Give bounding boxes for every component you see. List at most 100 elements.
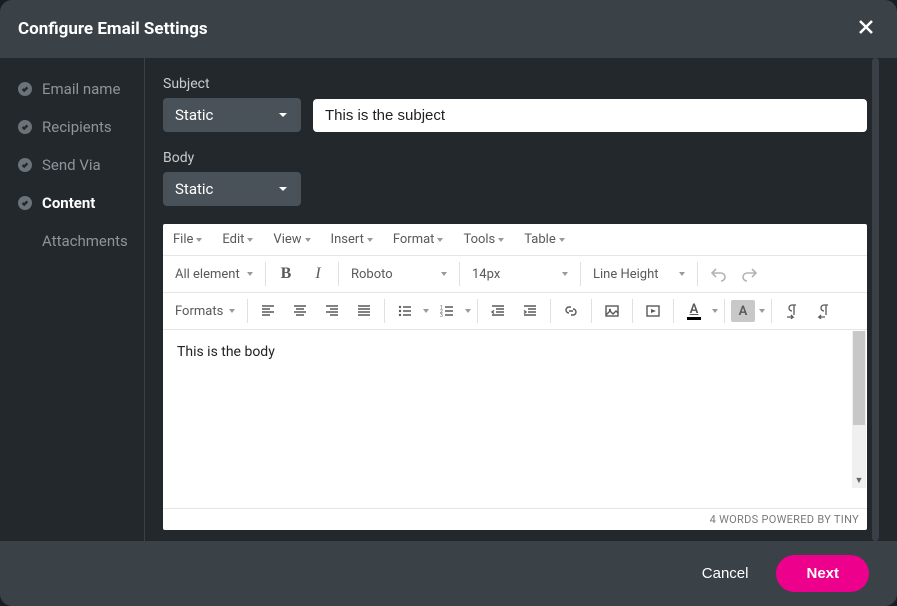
step-attachments[interactable]: Attachments [18, 232, 144, 250]
separator [265, 262, 266, 286]
caret-icon [559, 238, 565, 242]
step-content[interactable]: Content [18, 194, 144, 212]
editor-content-area[interactable]: This is the body ▼ [163, 330, 867, 508]
align-center-icon [292, 303, 308, 319]
link-icon [563, 303, 579, 319]
insert-image-button[interactable] [598, 297, 626, 325]
caret-icon [196, 238, 202, 242]
align-center-button[interactable] [286, 297, 314, 325]
subject-label: Subject [163, 76, 867, 92]
align-right-icon [324, 303, 340, 319]
align-justify-icon [356, 303, 372, 319]
background-color-button[interactable]: A [731, 300, 755, 322]
insert-link-button[interactable] [557, 297, 585, 325]
caret-icon [437, 238, 443, 242]
step-dot-icon [18, 234, 32, 248]
caret-icon [229, 309, 235, 313]
caret-icon [247, 272, 253, 276]
text-color-button[interactable]: A [680, 297, 708, 325]
formats-select[interactable]: Formats [169, 300, 241, 323]
step-recipients[interactable]: Recipients [18, 118, 144, 136]
step-email-name[interactable]: Email name [18, 80, 144, 98]
editor-toolbar-2: Formats 123 [163, 293, 867, 330]
menu-tools[interactable]: Tools [459, 228, 508, 251]
font-family-select[interactable]: Roboto [345, 263, 453, 286]
separator [459, 262, 460, 286]
cancel-button[interactable]: Cancel [702, 565, 749, 582]
insert-media-button[interactable] [639, 297, 667, 325]
indent-button[interactable] [516, 297, 544, 325]
bold-button[interactable]: B [272, 260, 300, 288]
separator [697, 262, 698, 286]
caret-icon[interactable] [759, 309, 765, 313]
indent-icon [522, 303, 538, 319]
close-button[interactable] [853, 14, 879, 44]
menu-format[interactable]: Format [389, 228, 448, 251]
rich-text-editor: File Edit View Insert Format Tools Table… [163, 224, 867, 530]
media-icon [645, 303, 661, 319]
italic-button[interactable]: I [304, 260, 332, 288]
subject-mode-select[interactable]: Static [163, 98, 301, 132]
editor-text: This is the body [177, 344, 275, 360]
configure-email-dialog: Configure Email Settings Email name Reci… [0, 0, 897, 606]
separator [384, 299, 385, 323]
line-height-select[interactable]: Line Height [587, 263, 691, 286]
caret-icon [367, 238, 373, 242]
close-icon [857, 18, 875, 36]
dialog-body: Email name Recipients Send Via Content A… [0, 58, 897, 541]
next-button[interactable]: Next [776, 555, 869, 592]
body-mode-select[interactable]: Static [163, 172, 301, 206]
caret-icon[interactable] [465, 309, 471, 313]
ltr-button[interactable] [778, 297, 806, 325]
block-format-select[interactable]: All element [169, 263, 259, 286]
outdent-button[interactable] [484, 297, 512, 325]
pilcrow-ltr-icon [784, 303, 800, 319]
menu-table[interactable]: Table [520, 228, 568, 251]
main-panel: Subject Static Body Static File [145, 58, 897, 541]
pilcrow-rtl-icon [816, 303, 832, 319]
rtl-button[interactable] [810, 297, 838, 325]
check-icon [18, 158, 32, 172]
undo-button[interactable] [704, 260, 732, 288]
titlebar: Configure Email Settings [0, 0, 897, 58]
menu-file[interactable]: File [169, 228, 206, 251]
numbered-list-icon: 123 [439, 303, 455, 319]
editor-toolbar-1: All element B I Roboto 14px Line Height [163, 256, 867, 293]
subject-input[interactable] [313, 99, 867, 132]
step-label: Attachments [42, 232, 128, 250]
scroll-down-icon[interactable]: ▼ [852, 475, 866, 486]
redo-button[interactable] [736, 260, 764, 288]
separator [724, 299, 725, 323]
separator [477, 299, 478, 323]
align-right-button[interactable] [318, 297, 346, 325]
menu-view[interactable]: View [269, 228, 314, 251]
font-size-select[interactable]: 14px [466, 263, 574, 286]
caret-icon[interactable] [423, 309, 429, 313]
dialog-footer: Cancel Next [0, 541, 897, 606]
separator [632, 299, 633, 323]
align-left-icon [260, 303, 276, 319]
caret-icon[interactable] [712, 309, 718, 313]
redo-icon [742, 266, 758, 282]
check-icon [18, 82, 32, 96]
menu-insert[interactable]: Insert [327, 228, 377, 251]
align-left-button[interactable] [254, 297, 282, 325]
panel-scrollbar[interactable] [872, 58, 879, 541]
outdent-icon [490, 303, 506, 319]
separator [338, 262, 339, 286]
numbered-list-button[interactable]: 123 [433, 297, 461, 325]
step-label: Content [42, 194, 95, 212]
chevron-down-icon [277, 183, 289, 195]
image-icon [604, 303, 620, 319]
step-send-via[interactable]: Send Via [18, 156, 144, 174]
editor-scrollbar[interactable]: ▼ [852, 331, 866, 488]
editor-statusbar: 4 WORDS POWERED BY TINY [163, 508, 867, 530]
menu-edit[interactable]: Edit [218, 228, 257, 251]
separator [580, 262, 581, 286]
dialog-title: Configure Email Settings [18, 19, 208, 39]
bullet-list-button[interactable] [391, 297, 419, 325]
caret-icon [498, 238, 504, 242]
align-justify-button[interactable] [350, 297, 378, 325]
separator [591, 299, 592, 323]
scrollbar-thumb[interactable] [853, 331, 865, 425]
